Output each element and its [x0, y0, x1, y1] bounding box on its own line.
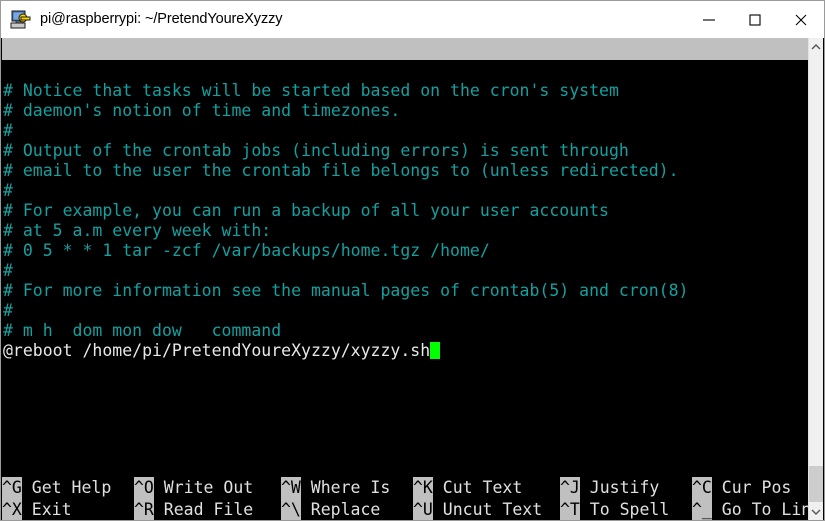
shortcut-item[interactable]: ^_ Go To Line — [692, 499, 810, 520]
editor-line-text: # Output of the crontab jobs (including … — [3, 141, 629, 160]
shortcut-key: ^J — [560, 477, 580, 499]
editor-line-text: # m h dom mon dow command — [3, 321, 282, 340]
shortcut-key: ^G — [2, 477, 22, 499]
editor-line-text: # For more information see the manual pa… — [3, 281, 689, 300]
shortcut-item[interactable]: ^X Exit — [2, 499, 134, 520]
scroll-down-button[interactable] — [809, 503, 823, 520]
shortcut-label: Read File — [153, 500, 254, 519]
text-cursor — [430, 342, 441, 359]
terminal-screen[interactable]: GNU nano 3.2 /tmp/crontab.nwE0m1/crontab… — [2, 38, 810, 520]
shortcut-item[interactable]: ^R Read File — [134, 499, 281, 520]
close-button[interactable] — [778, 1, 824, 38]
shortcut-key: ^C — [692, 477, 712, 499]
shortcut-item[interactable]: ^\ Replace — [281, 499, 413, 520]
editor-line: # For more information see the manual pa… — [3, 281, 810, 301]
editor-line: # at 5 a.m every week with: — [3, 221, 810, 241]
editor-line-text: # For example, you can run a backup of a… — [3, 201, 609, 220]
editor-line-text: # 0 5 * * 1 tar -zcf /var/backups/home.t… — [3, 241, 490, 260]
nano-shortcut-bar: ^G Get Help ^O Write Out ^W Where Is ^K Cut… — [2, 477, 810, 520]
shortcut-item[interactable]: ^T To Spell — [560, 499, 692, 520]
editor-line: # For example, you can run a backup of a… — [3, 201, 810, 221]
putty-terminal-icon — [10, 9, 32, 31]
editor-text-area[interactable]: # Notice that tasks will be started base… — [2, 81, 810, 471]
shortcut-key: ^R — [134, 499, 154, 520]
shortcut-label: Uncut Text — [432, 500, 543, 519]
editor-line-text: # — [3, 301, 13, 320]
shortcut-key: ^W — [281, 477, 301, 499]
editor-line-text: # — [3, 121, 13, 140]
editor-line-text: # email to the user the crontab file bel… — [3, 161, 679, 180]
shortcut-key: ^_ — [692, 499, 712, 520]
shortcut-item[interactable]: ^U Uncut Text — [413, 499, 560, 520]
shortcut-item[interactable]: ^W Where Is — [281, 477, 413, 499]
vertical-scrollbar[interactable] — [808, 38, 823, 520]
shortcut-item[interactable]: ^K Cut Text — [413, 477, 560, 499]
shortcut-key: ^U — [413, 499, 433, 520]
minimize-button[interactable] — [686, 1, 732, 38]
shortcut-label: Where Is — [300, 478, 391, 497]
shortcut-row-1: ^G Get Help ^O Write Out ^W Where Is ^K Cut… — [2, 477, 810, 499]
scrollbar-thumb[interactable] — [809, 466, 823, 502]
editor-line: # daemon's notion of time and timezones. — [3, 101, 810, 121]
window-controls — [686, 1, 824, 38]
scroll-up-button[interactable] — [809, 38, 823, 56]
shortcut-label: Cut Text — [432, 478, 523, 497]
shortcut-label: Get Help — [21, 478, 112, 497]
editor-line: # m h dom mon dow command — [3, 321, 810, 341]
editor-line: # — [3, 261, 810, 281]
editor-line: # Output of the crontab jobs (including … — [3, 141, 810, 161]
editor-line: # Notice that tasks will be started base… — [3, 81, 810, 101]
terminal-window: pi@raspberrypi: ~/PretendYoureXyzzy GNU … — [0, 0, 825, 521]
shortcut-item[interactable]: ^J Justify — [560, 477, 692, 499]
editor-line: @reboot /home/pi/PretendYoureXyzzy/xyzzy… — [3, 341, 810, 361]
shortcut-label: Cur Pos — [711, 478, 792, 497]
editor-line: # email to the user the crontab file bel… — [3, 161, 810, 181]
editor-line-text: # Notice that tasks will be started base… — [3, 81, 619, 100]
editor-line: # — [3, 121, 810, 141]
nano-version-label: GNU nano 3.2 — [20, 61, 140, 80]
editor-line-text: # — [3, 181, 13, 200]
shortcut-key: ^K — [413, 477, 433, 499]
editor-line-text: @reboot /home/pi/PretendYoureXyzzy/xyzzy… — [3, 341, 431, 360]
shortcut-label: To Spell — [579, 500, 670, 519]
editor-line-text: # at 5 a.m every week with: — [3, 221, 272, 240]
shortcut-item[interactable]: ^O Write Out — [134, 477, 281, 499]
shortcut-row-2: ^X Exit ^R Read File ^\ Replace ^U Uncut Te… — [2, 499, 810, 520]
shortcut-label: Go To Line — [721, 500, 810, 519]
editor-line: # — [3, 301, 810, 321]
title-bar[interactable]: pi@raspberrypi: ~/PretendYoureXyzzy — [1, 1, 824, 38]
shortcut-label: Replace — [300, 500, 381, 519]
shortcut-item[interactable]: ^G Get Help — [2, 477, 134, 499]
editor-line: # 0 5 * * 1 tar -zcf /var/backups/home.t… — [3, 241, 810, 261]
shortcut-key: ^\ — [281, 499, 301, 520]
editor-line: # — [3, 181, 810, 201]
editor-line-text: # — [3, 261, 13, 280]
shortcut-key: ^X — [2, 499, 22, 520]
maximize-button[interactable] — [732, 1, 778, 38]
window-title: pi@raspberrypi: ~/PretendYoureXyzzy — [40, 11, 283, 28]
editor-line-text: # daemon's notion of time and timezones. — [3, 101, 401, 120]
shortcut-label: Write Out — [153, 478, 254, 497]
shortcut-key: ^O — [134, 477, 154, 499]
shortcut-item[interactable]: ^C Cur Pos — [692, 477, 810, 499]
shortcut-label: Exit — [21, 500, 72, 519]
nano-title-bar: GNU nano 3.2 /tmp/crontab.nwE0m1/crontab… — [2, 38, 810, 124]
shortcut-label: Justify — [579, 478, 660, 497]
shortcut-key: ^T — [560, 499, 580, 520]
